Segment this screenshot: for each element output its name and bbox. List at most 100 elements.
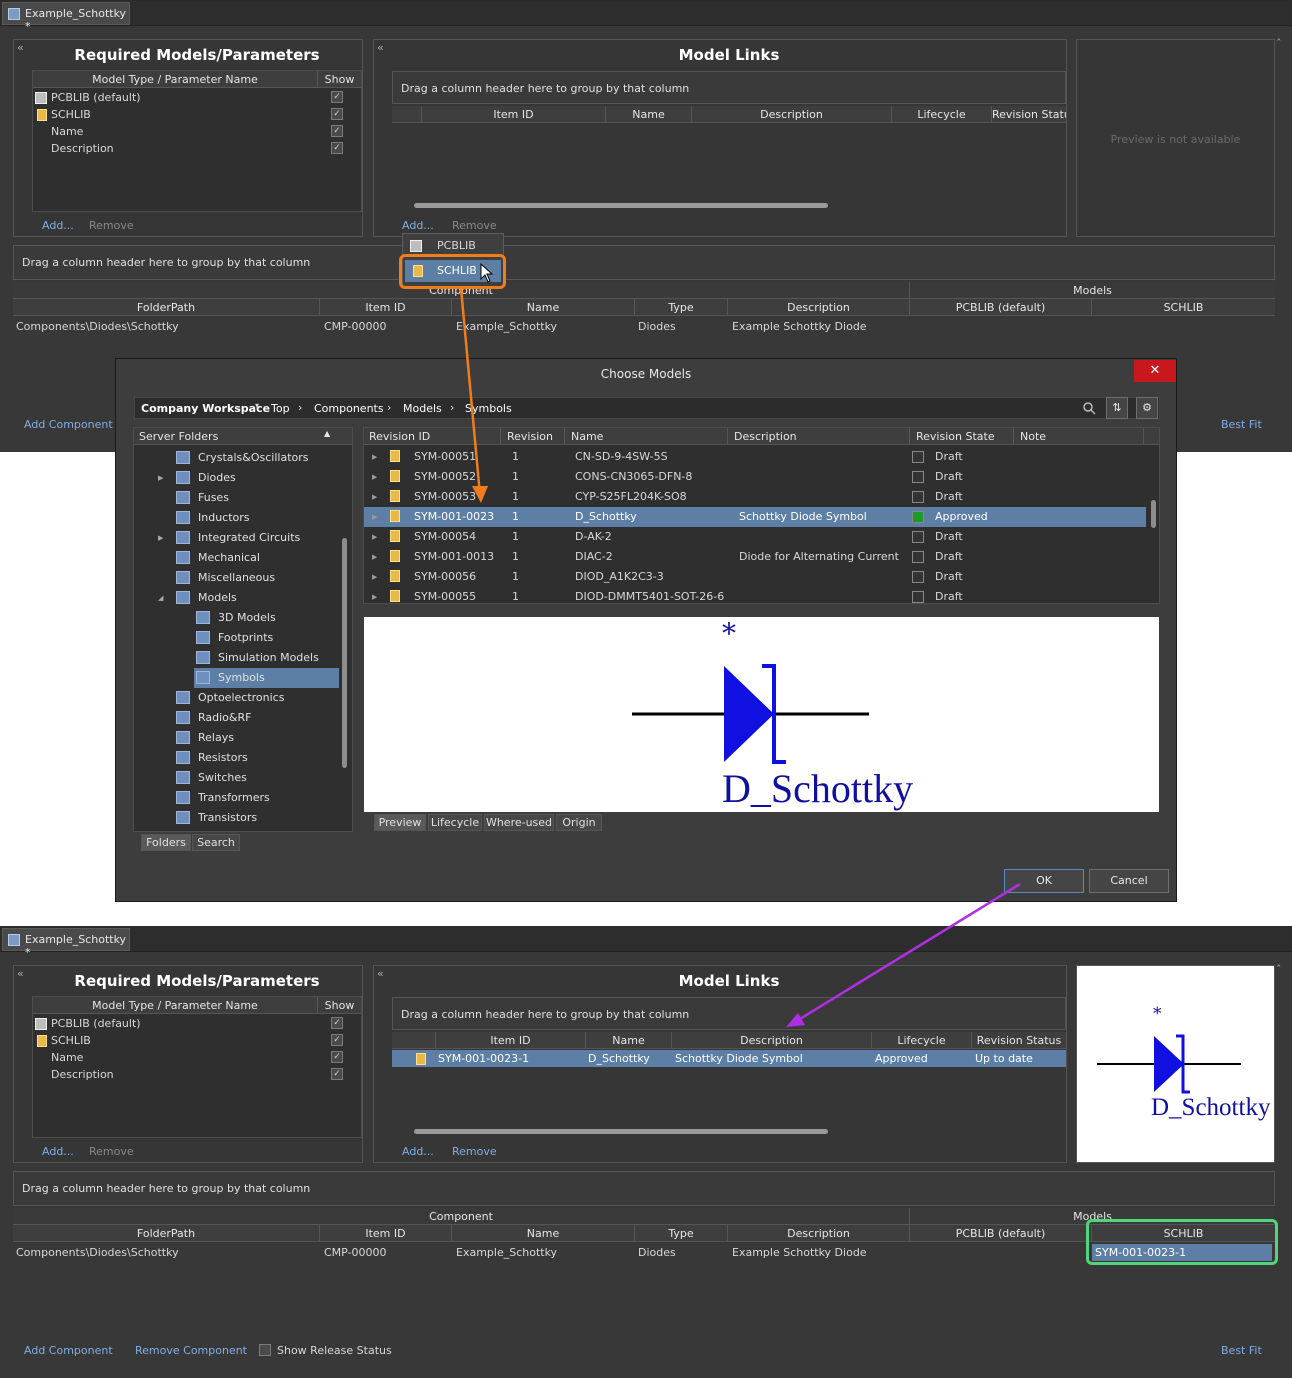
req-add-link[interactable]: Add... [42,1145,74,1158]
document-tab[interactable]: Example_Schottky * [2,2,130,33]
expand-arrow-icon[interactable]: ▶ [372,507,377,527]
tree-item-diodes[interactable]: ▶ Diodes [158,468,339,488]
col-name[interactable]: Name [452,299,635,316]
show-checkbox[interactable]: ✓ [331,1017,343,1029]
req-row-description[interactable]: Description ✓ [33,140,361,157]
expand-arrow-icon[interactable]: ▶ [372,447,377,467]
col-schlib[interactable]: SCHLIB [1092,299,1275,316]
tree-item-integrated-circuits[interactable]: ▶ Integrated Circuits [158,528,339,548]
sort-up-icon[interactable]: ▲ [324,429,330,438]
tree-item-radio-rf[interactable]: Radio&RF [174,708,339,728]
search-icon[interactable] [1083,402,1096,415]
req-row-schlib[interactable]: SCHLIB ✓ [33,106,361,123]
col-type[interactable]: Type [635,299,728,316]
col-note[interactable]: Note [1014,428,1144,445]
tree-item-footprints[interactable]: Footprints [194,628,339,648]
tab-preview[interactable]: Preview [374,814,426,831]
col-revision-status[interactable]: Revision Status [972,1032,1066,1049]
add-component-link[interactable]: Add Component [24,1344,113,1357]
group-by-bar[interactable]: Drag a column header here to group by th… [392,997,1066,1030]
model-row[interactable]: ▶ SYM-001-0023 1 D_Schottky Schottky Diode S… [364,507,1146,527]
req-row-name[interactable]: Name ✓ [33,123,361,140]
req-remove-link[interactable]: Remove [89,219,134,232]
add-component-link[interactable]: Add Component [24,418,113,431]
breadcrumb-components[interactable]: Components [314,402,384,415]
ok-button[interactable]: OK [1004,869,1084,893]
horizontal-scrollbar[interactable] [414,1129,828,1134]
breadcrumb-workspace[interactable]: Company Workspace [141,402,270,415]
expand-arrow-icon[interactable]: ▶ [372,467,377,487]
model-link-row[interactable]: SYM-001-0023-1 D_Schottky Schottky Diode… [392,1050,1066,1067]
dropdown-caret-icon[interactable]: ▾ [255,401,259,410]
tab-lifecycle[interactable]: Lifecycle [428,814,482,831]
settings-gear-icon[interactable]: ⚙ [1136,397,1158,419]
col-lifecycle[interactable]: Lifecycle [872,1032,972,1049]
show-release-status-checkbox[interactable] [259,1344,271,1356]
expand-arrow-icon[interactable]: ▶ [158,468,163,488]
expand-arrow-icon[interactable]: ▶ [372,567,377,587]
tab-where-used[interactable]: Where-used [484,814,554,831]
expand-arrow-icon[interactable]: ▶ [372,487,377,507]
close-icon[interactable]: ✕ [1134,360,1176,382]
tree-item-fuses[interactable]: Fuses [174,488,339,508]
tree-item-resistors[interactable]: Resistors [174,748,339,768]
links-remove-link[interactable]: Remove [452,1145,497,1158]
col-pcblib[interactable]: PCBLIB (default) [910,1225,1092,1242]
col-description[interactable]: Description [728,299,910,316]
collapse-up-icon[interactable]: ˆ [1276,37,1282,50]
col-show[interactable]: Show [318,997,361,1014]
req-row-pcblib[interactable]: PCBLIB (default) ✓ [33,1015,361,1032]
col-description[interactable]: Description [692,106,892,123]
col-model-type[interactable]: Model Type / Parameter Name [33,71,318,88]
tab-folders[interactable]: Folders [141,834,191,851]
col-folder-path[interactable]: FolderPath [13,1225,320,1242]
col-model-type[interactable]: Model Type / Parameter Name [33,997,318,1014]
cancel-button[interactable]: Cancel [1089,869,1169,893]
tree-item-mechanical[interactable]: Mechanical [174,548,339,568]
col-item-id[interactable]: Item ID [320,1225,452,1242]
tree-item-3d-models[interactable]: 3D Models [194,608,339,628]
show-checkbox[interactable]: ✓ [331,1034,343,1046]
tree-scrollbar[interactable] [342,538,347,768]
col-pcblib[interactable]: PCBLIB (default) [910,299,1092,316]
req-row-pcblib[interactable]: PCBLIB (default) ✓ [33,89,361,106]
show-checkbox[interactable]: ✓ [331,1068,343,1080]
col-name[interactable]: Name [586,1032,672,1049]
component-row[interactable]: Components\Diodes\Schottky CMP-00000 Exa… [13,318,1275,335]
req-add-link[interactable]: Add... [42,219,74,232]
req-row-name[interactable]: Name ✓ [33,1049,361,1066]
model-row[interactable]: ▶ SYM-00055 1 DIOD-DMMT5401-SOT-26-6 Draft [364,587,1146,607]
expand-arrow-icon[interactable]: ▶ [158,528,163,548]
tree-item-crystals-oscillators[interactable]: Crystals&Oscillators [174,448,339,468]
collapse-left-icon[interactable]: « [377,41,384,54]
show-checkbox[interactable]: ✓ [331,125,343,137]
col-type[interactable]: Type [635,1225,728,1242]
breadcrumb-models[interactable]: Models [403,402,442,415]
req-row-description[interactable]: Description ✓ [33,1066,361,1083]
model-row[interactable]: ▶ SYM-001-0013 1 DIAC-2 Diode for Alternatin… [364,547,1146,567]
tree-item-switches[interactable]: Switches [174,768,339,788]
expand-arrow-icon[interactable]: ▶ [372,547,377,567]
model-row[interactable]: ▶ SYM-00051 1 CN-SD-9-4SW-5S Draft [364,447,1146,467]
col-show[interactable]: Show [318,71,361,88]
model-row[interactable]: ▶ SYM-00053 1 CYP-S25FL204K-SO8 Draft [364,487,1146,507]
best-fit-link[interactable]: Best Fit [1221,418,1262,431]
tree-item-relays[interactable]: Relays [174,728,339,748]
req-remove-link[interactable]: Remove [89,1145,134,1158]
expand-arrow-icon[interactable]: ◢ [158,588,163,608]
component-group-by-bar[interactable]: Drag a column header here to group by th… [13,245,1275,280]
component-group-by-bar[interactable]: Drag a column header here to group by th… [13,1171,1275,1206]
show-checkbox[interactable]: ✓ [331,142,343,154]
tree-item-inductors[interactable]: Inductors [174,508,339,528]
model-row[interactable]: ▶ SYM-00056 1 DIOD_A1K2C3-3 Draft [364,567,1146,587]
col-name[interactable]: Name [606,106,692,123]
col-item-id[interactable]: Item ID [320,299,452,316]
links-remove-link[interactable]: Remove [452,219,497,232]
col-revision-id[interactable]: Revision ID [364,428,501,445]
col-name[interactable]: Name [452,1225,635,1242]
col-folder-path[interactable]: FolderPath [13,299,320,316]
col-description[interactable]: Description [672,1032,872,1049]
col-name[interactable]: Name [565,428,728,445]
col-revision[interactable]: Revision [501,428,565,445]
breadcrumb-symbols[interactable]: Symbols [465,402,512,415]
